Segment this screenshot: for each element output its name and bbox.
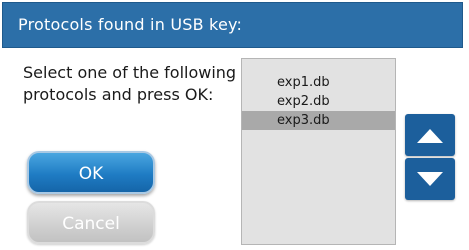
protocol-item-exp2[interactable]: exp2.db xyxy=(242,92,395,111)
cancel-button[interactable]: Cancel xyxy=(27,201,155,244)
protocol-list[interactable]: exp1.db exp2.db exp3.db xyxy=(241,58,396,245)
scroll-up-button[interactable] xyxy=(405,114,455,156)
protocol-item-exp1[interactable]: exp1.db xyxy=(242,73,395,92)
triangle-down-icon xyxy=(417,172,443,186)
triangle-up-icon xyxy=(417,129,443,143)
ok-button[interactable]: OK xyxy=(27,151,155,194)
protocol-selection-dialog: Protocols found in USB key: Select one o… xyxy=(0,0,469,250)
scroll-down-button[interactable] xyxy=(405,158,455,200)
protocol-item-exp3[interactable]: exp3.db xyxy=(242,111,395,130)
instruction-text: Select one of the following protocols an… xyxy=(23,63,237,104)
dialog-title: Protocols found in USB key: xyxy=(2,2,463,48)
